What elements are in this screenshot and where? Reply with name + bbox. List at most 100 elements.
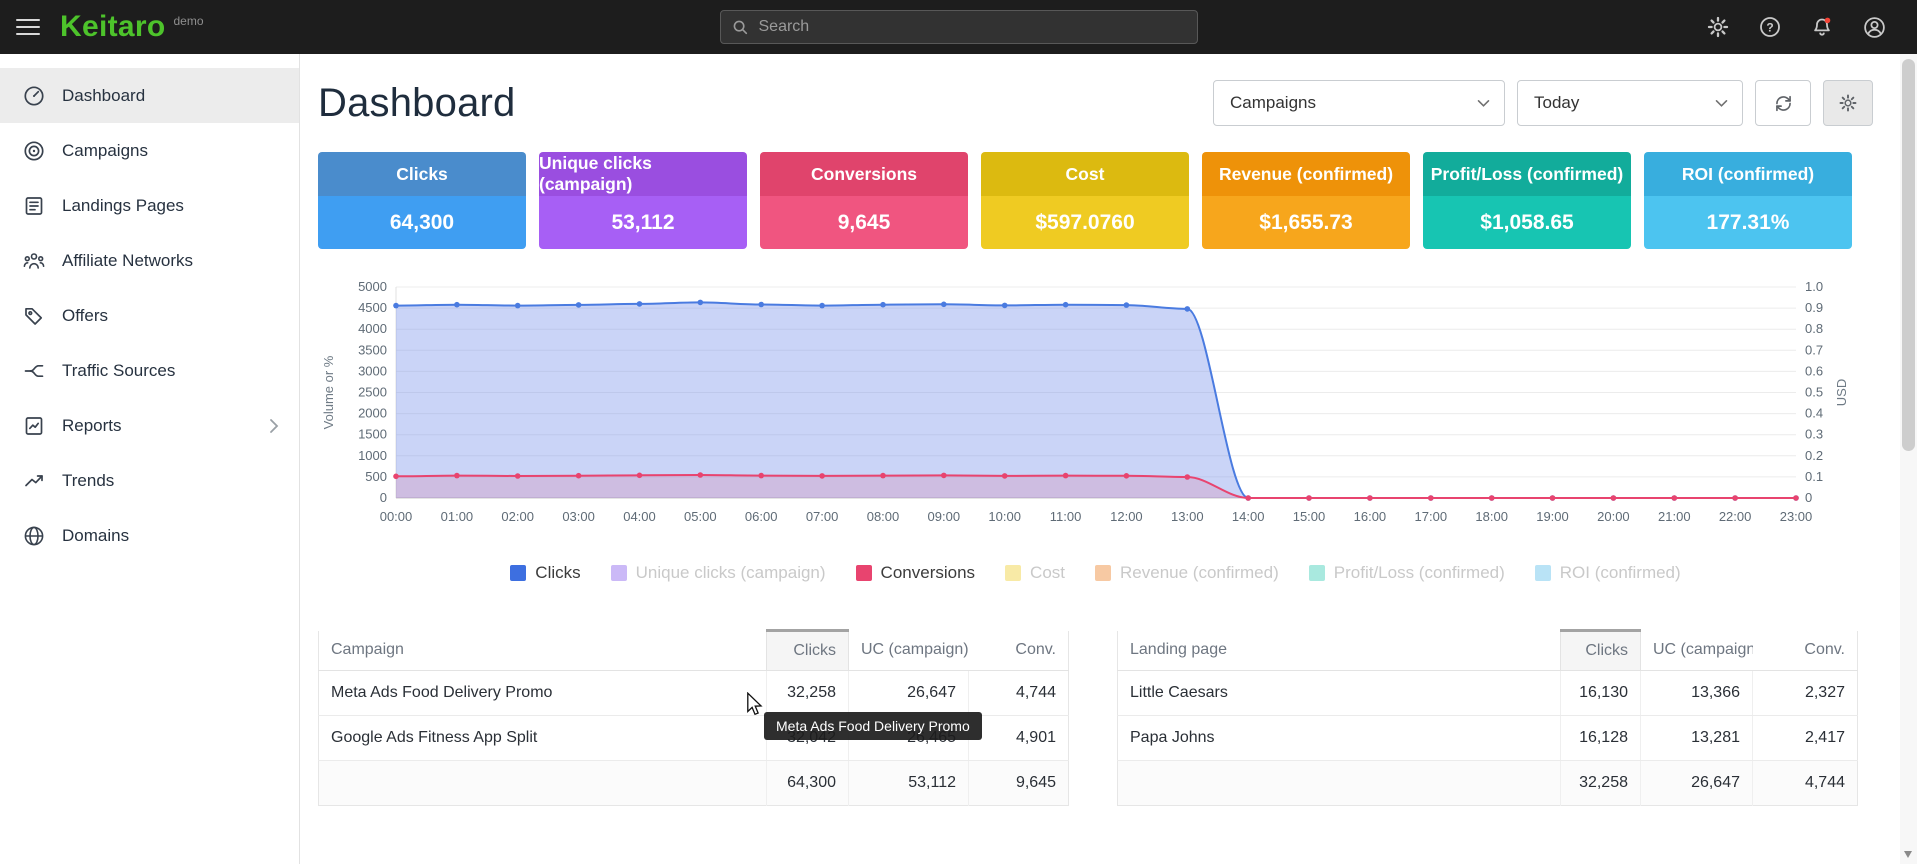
legend-swatch xyxy=(856,565,872,581)
totals-row: 64,300 53,112 9,645 xyxy=(319,761,1069,806)
notifications-icon[interactable] xyxy=(1809,14,1835,40)
conv-cell: 2,417 xyxy=(1753,716,1858,761)
landing-pages-table: Landing page Clicks UC (campaign) Conv. … xyxy=(1117,629,1858,806)
gear-icon xyxy=(1838,93,1858,113)
account-icon[interactable] xyxy=(1861,14,1887,40)
svg-text:2000: 2000 xyxy=(358,406,387,421)
split-icon xyxy=(22,359,46,383)
help-icon[interactable]: ? xyxy=(1757,14,1783,40)
sidebar-item-domains[interactable]: Domains xyxy=(0,508,299,563)
campaign-name[interactable]: Google Ads Fitness App Split xyxy=(319,716,767,761)
landing-name[interactable]: Papa Johns xyxy=(1118,716,1561,761)
campaign-name[interactable]: Meta Ads Food Delivery Promo xyxy=(319,671,767,716)
topbar: Keitaro demo ? xyxy=(0,0,1917,54)
metric-card-profit-loss: Profit/Loss (confirmed) $1,058.65 xyxy=(1423,152,1631,249)
gauge-icon xyxy=(22,84,46,108)
sidebar-item-label: Traffic Sources xyxy=(62,361,175,381)
column-header-landing-page[interactable]: Landing page xyxy=(1118,631,1561,671)
totals-clicks: 32,258 xyxy=(1561,761,1641,806)
metric-card-title: Clicks xyxy=(318,152,526,196)
traffic-chart: 0500100015002000250030003500400045005000… xyxy=(318,277,1873,583)
menu-icon[interactable] xyxy=(0,0,56,54)
search-bar[interactable] xyxy=(720,10,1198,44)
legend-item-conversions[interactable]: Conversions xyxy=(856,563,976,583)
sidebar-item-offers[interactable]: Offers xyxy=(0,288,299,343)
totals-clicks: 64,300 xyxy=(767,761,849,806)
conv-cell: 2,327 xyxy=(1753,671,1858,716)
sidebar-item-campaigns[interactable]: Campaigns xyxy=(0,123,299,178)
scrollbar-down-arrow-icon[interactable] xyxy=(1904,851,1912,858)
metric-card-value: $1,058.65 xyxy=(1423,196,1631,249)
column-header-campaign[interactable]: Campaign xyxy=(319,631,767,671)
sidebar-item-dashboard[interactable]: Dashboard xyxy=(0,68,299,123)
svg-text:14:00: 14:00 xyxy=(1232,509,1265,524)
dashboard-settings-button[interactable] xyxy=(1823,80,1873,126)
sidebar-item-reports[interactable]: Reports xyxy=(0,398,299,453)
svg-text:18:00: 18:00 xyxy=(1475,509,1508,524)
svg-text:08:00: 08:00 xyxy=(867,509,900,524)
svg-text:3000: 3000 xyxy=(358,363,387,378)
target-icon xyxy=(22,139,46,163)
metric-card-title: Profit/Loss (confirmed) xyxy=(1423,152,1631,196)
column-header-conv[interactable]: Conv. xyxy=(969,631,1069,671)
date-range-select[interactable]: Today xyxy=(1517,80,1743,126)
metric-card-conversions: Conversions 9,645 xyxy=(760,152,968,249)
search-input[interactable] xyxy=(757,17,1187,37)
metric-card-title: Conversions xyxy=(760,152,968,196)
refresh-button[interactable] xyxy=(1755,80,1811,126)
legend-item-profit-loss[interactable]: Profit/Loss (confirmed) xyxy=(1309,563,1505,583)
landing-name[interactable]: Little Caesars xyxy=(1118,671,1561,716)
campaigns-filter-value: Campaigns xyxy=(1230,93,1477,113)
column-header-conv[interactable]: Conv. xyxy=(1753,631,1858,671)
notification-badge xyxy=(1825,18,1831,24)
svg-text:12:00: 12:00 xyxy=(1110,509,1143,524)
conv-cell: 4,744 xyxy=(969,671,1069,716)
legend-item-unique-clicks[interactable]: Unique clicks (campaign) xyxy=(611,563,826,583)
legend-swatch xyxy=(1005,565,1021,581)
globe-icon xyxy=(22,524,46,548)
column-header-uc-campaign[interactable]: UC (campaign) xyxy=(849,631,969,671)
trend-icon xyxy=(22,469,46,493)
svg-text:06:00: 06:00 xyxy=(745,509,778,524)
svg-text:1000: 1000 xyxy=(358,448,387,463)
svg-text:13:00: 13:00 xyxy=(1171,509,1204,524)
svg-text:0.6: 0.6 xyxy=(1805,363,1823,378)
people-icon xyxy=(22,249,46,273)
legend-label: ROI (confirmed) xyxy=(1560,563,1681,583)
column-header-clicks[interactable]: Clicks xyxy=(767,631,849,671)
svg-text:500: 500 xyxy=(365,469,387,484)
logo[interactable]: Keitaro demo xyxy=(60,12,204,42)
svg-text:0.2: 0.2 xyxy=(1805,448,1823,463)
sidebar-item-label: Reports xyxy=(62,416,122,436)
legend-item-clicks[interactable]: Clicks xyxy=(510,563,580,583)
sidebar-item-trends[interactable]: Trends xyxy=(0,453,299,508)
sidebar-item-traffic-sources[interactable]: Traffic Sources xyxy=(0,343,299,398)
svg-text:02:00: 02:00 xyxy=(501,509,534,524)
sidebar-item-label: Trends xyxy=(62,471,114,491)
sidebar-item-affiliate-networks[interactable]: Affiliate Networks xyxy=(0,233,299,288)
table-row[interactable]: Meta Ads Food Delivery Promo 32,258 26,6… xyxy=(319,671,1069,716)
svg-text:3500: 3500 xyxy=(358,342,387,357)
chevron-down-icon xyxy=(1715,99,1728,108)
clicks-cell: 16,128 xyxy=(1561,716,1641,761)
legend-item-cost[interactable]: Cost xyxy=(1005,563,1065,583)
sidebar-item-landings-pages[interactable]: Landings Pages xyxy=(0,178,299,233)
refresh-icon xyxy=(1773,93,1794,114)
table-row[interactable]: Little Caesars 16,130 13,366 2,327 xyxy=(1118,671,1858,716)
table-row[interactable]: Papa Johns 16,128 13,281 2,417 xyxy=(1118,716,1858,761)
legend-item-roi[interactable]: ROI (confirmed) xyxy=(1535,563,1681,583)
metric-card-revenue: Revenue (confirmed) $1,655.73 xyxy=(1202,152,1410,249)
scrollbar-thumb[interactable] xyxy=(1902,59,1915,451)
svg-text:03:00: 03:00 xyxy=(562,509,595,524)
settings-icon[interactable] xyxy=(1705,14,1731,40)
page-scrollbar[interactable] xyxy=(1900,54,1917,864)
column-header-uc-campaign[interactable]: UC (campaign) xyxy=(1641,631,1753,671)
chart-canvas: 0500100015002000250030003500400045005000… xyxy=(318,277,1856,532)
legend-item-revenue[interactable]: Revenue (confirmed) xyxy=(1095,563,1279,583)
campaigns-filter-select[interactable]: Campaigns xyxy=(1213,80,1505,126)
svg-text:1500: 1500 xyxy=(358,427,387,442)
column-header-clicks[interactable]: Clicks xyxy=(1561,631,1641,671)
chevron-down-icon xyxy=(1477,99,1490,108)
svg-text:0: 0 xyxy=(380,490,387,505)
svg-text:Volume or %: Volume or % xyxy=(321,355,336,429)
